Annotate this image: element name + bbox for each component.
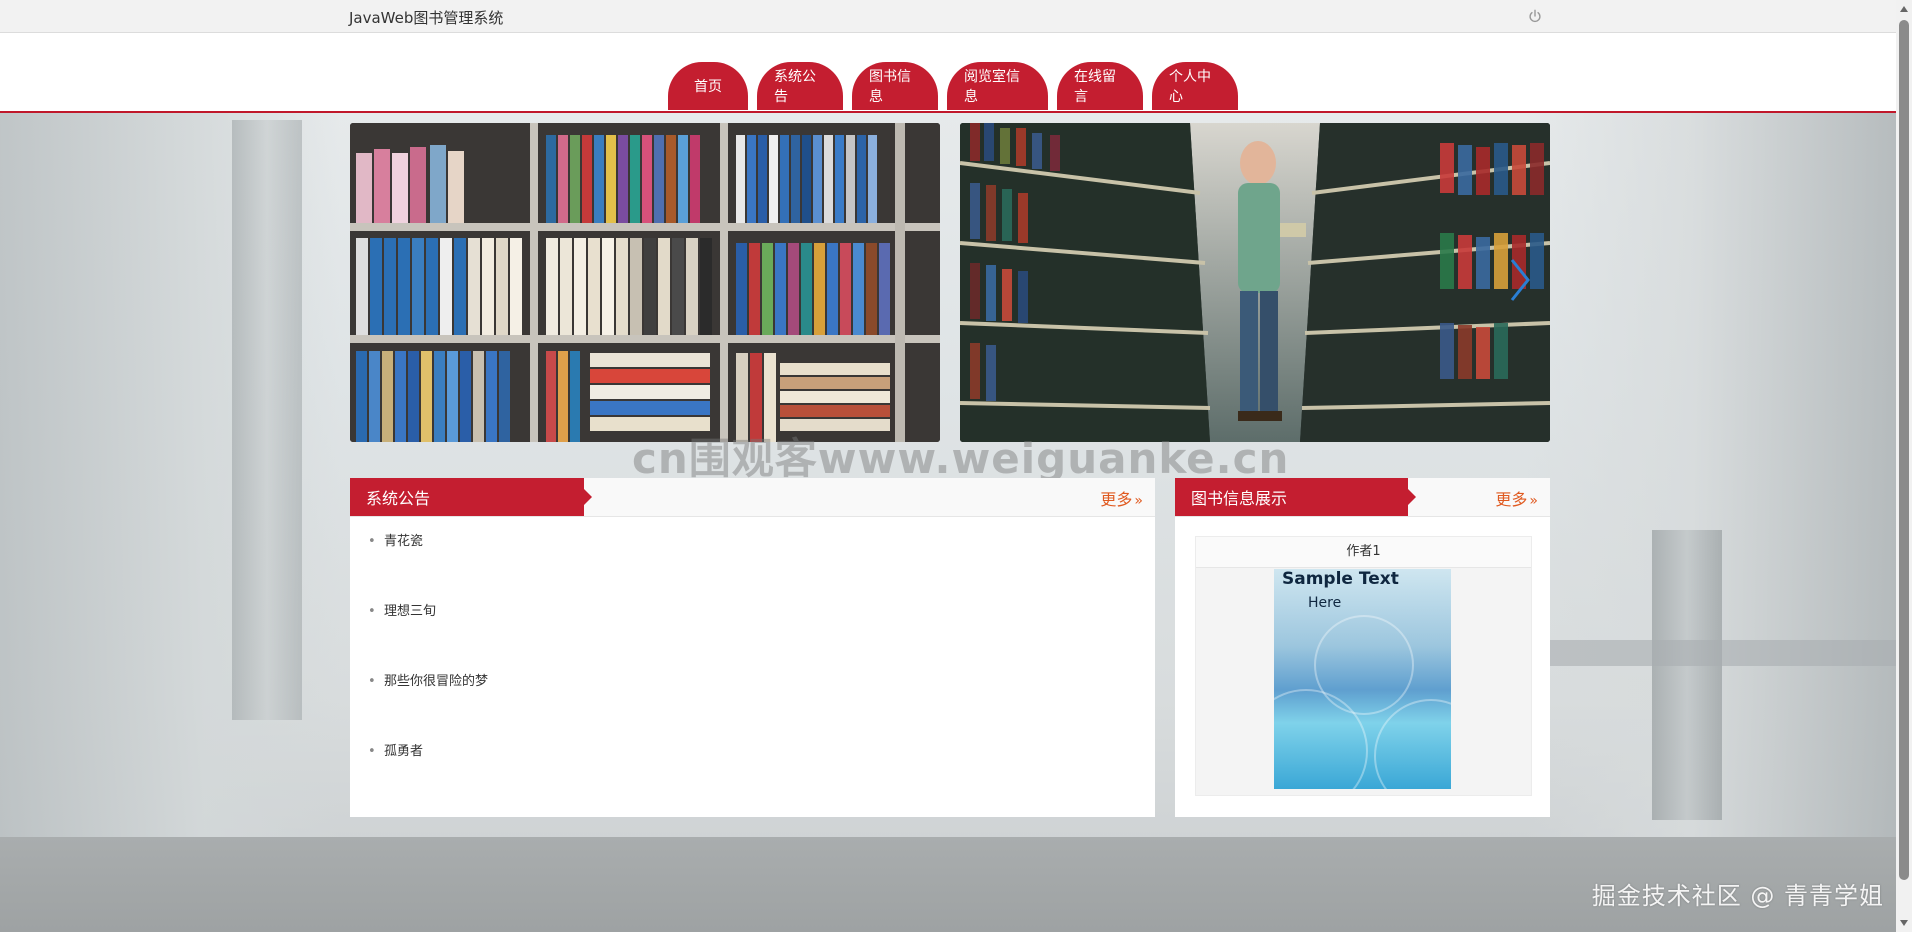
cover-title: Sample Text: [1282, 569, 1399, 589]
list-item[interactable]: 那些你很冒险的梦: [368, 674, 488, 744]
nav-item-label: 首页: [694, 79, 722, 95]
nav-item-books[interactable]: 图书信息: [852, 62, 938, 110]
book-author: 作者1: [1196, 537, 1531, 568]
cover-decoration: [1374, 699, 1451, 789]
more-link[interactable]: 更多»: [1495, 486, 1538, 510]
background-rail: [1536, 640, 1896, 666]
nav-item-label: 在线留言: [1074, 69, 1116, 105]
announcements-panel: 系统公告 更多» 青花瓷 理想三旬 那些你很冒险的梦 孤勇者: [350, 478, 1155, 817]
nav-item-label: 个人中心: [1169, 69, 1211, 105]
background-pillar: [232, 120, 302, 720]
scroll-up-arrow-icon[interactable]: [1900, 6, 1908, 12]
panel-title: 系统公告: [350, 478, 592, 516]
page-scrollbar[interactable]: [1896, 0, 1912, 932]
library-illustration: [960, 123, 1550, 442]
double-chevron-right-icon: »: [1529, 493, 1538, 509]
book-cover-image[interactable]: Sample Text Here: [1274, 569, 1451, 789]
list-item[interactable]: 孤勇者: [368, 744, 488, 814]
app-title: JavaWeb图书管理系统: [349, 9, 504, 27]
more-link[interactable]: 更多»: [1100, 486, 1143, 510]
panel-header: 系统公告 更多»: [350, 478, 1155, 517]
scrollbar-thumb[interactable]: [1899, 20, 1909, 880]
banner-image-bookshelf[interactable]: [350, 123, 940, 442]
nav-item-home[interactable]: 首页: [668, 62, 748, 110]
chevron-right-icon[interactable]: [1508, 258, 1532, 302]
nav-item-label: 图书信息: [869, 69, 911, 105]
footer-watermark: 掘金技术社区 @ 青青学姐: [1591, 882, 1884, 910]
more-label: 更多: [1100, 490, 1133, 509]
nav-item-reading-room[interactable]: 阅览室信息: [947, 62, 1048, 110]
panel-title: 图书信息展示: [1175, 478, 1416, 516]
list-item[interactable]: 理想三旬: [368, 604, 488, 674]
background-post: [1652, 530, 1722, 820]
bookshelf-illustration: [350, 123, 940, 442]
nav-item-messages[interactable]: 在线留言: [1057, 62, 1143, 110]
nav-item-label: 系统公告: [774, 69, 816, 105]
nav-item-profile[interactable]: 个人中心: [1152, 62, 1238, 110]
power-icon[interactable]: [1528, 9, 1542, 23]
double-chevron-right-icon: »: [1134, 493, 1143, 509]
site-watermark: cn围观客www.weiguanke.cn: [632, 434, 1290, 483]
book-card[interactable]: 作者1 Sample Text Here: [1195, 536, 1532, 796]
cover-subtitle: Here: [1308, 595, 1342, 611]
panel-header: 图书信息展示 更多»: [1175, 478, 1550, 517]
banner-image-library[interactable]: [960, 123, 1550, 442]
top-bar: JavaWeb图书管理系统: [0, 0, 1896, 33]
nav-item-label: 阅览室信息: [964, 69, 1020, 105]
main-nav: 首页 系统公告 图书信息 阅览室信息 在线留言 个人中心: [668, 62, 1238, 110]
list-item[interactable]: 青花瓷: [368, 534, 488, 604]
nav-item-announcements[interactable]: 系统公告: [757, 62, 843, 110]
scroll-down-arrow-icon[interactable]: [1900, 920, 1908, 926]
book-showcase-panel: 图书信息展示 更多» 作者1 Sample Text Here: [1175, 478, 1550, 817]
announcement-list: 青花瓷 理想三旬 那些你很冒险的梦 孤勇者: [368, 534, 488, 814]
more-label: 更多: [1495, 490, 1528, 509]
